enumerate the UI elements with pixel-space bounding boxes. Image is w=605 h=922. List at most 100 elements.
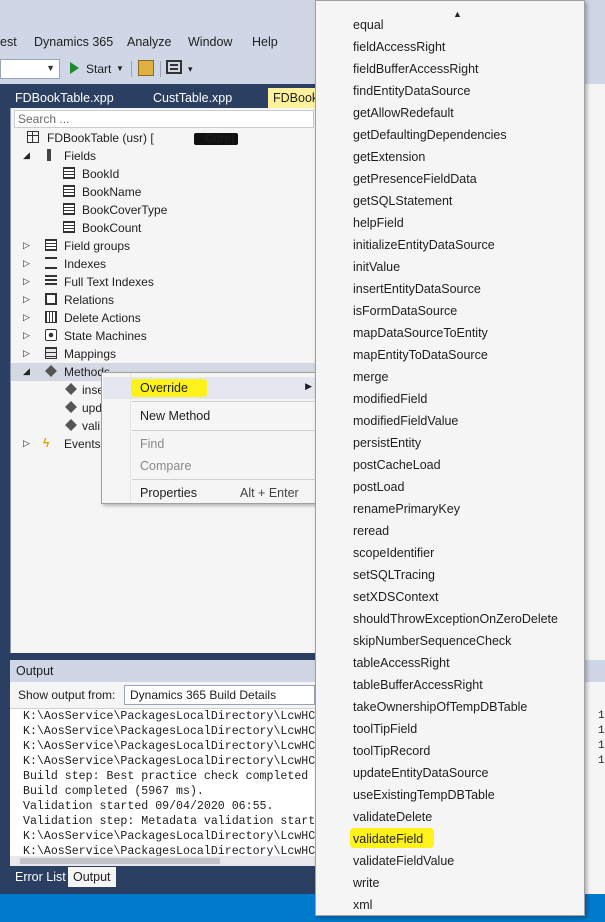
submenu-item-postload[interactable]: postLoad [353, 480, 404, 494]
submenu-item-modifiedfield[interactable]: modifiedField [353, 392, 427, 406]
horizontal-scrollbar[interactable] [10, 856, 315, 866]
submenu-item-mapdatasourcetoentity[interactable]: mapDataSourceToEntity [353, 326, 488, 340]
tab-fdbooktable-xpp[interactable]: FDBookTable.xpp [10, 88, 119, 108]
menu-separator [132, 401, 315, 402]
submenu-item-setsqltracing[interactable]: setSQLTracing [353, 568, 435, 582]
collapsed-arrow-icon[interactable]: ▷ [23, 438, 30, 449]
menu-test[interactable]: est [0, 35, 17, 49]
submenu-item-initvalue[interactable]: initValue [353, 260, 400, 274]
submenu-item-write[interactable]: write [353, 876, 379, 890]
submenu-item-persistentity[interactable]: persistEntity [353, 436, 421, 450]
menu-analyze[interactable]: Analyze [127, 35, 171, 49]
collapsed-arrow-icon[interactable]: ▷ [23, 330, 30, 341]
start-button[interactable]: Start ▼ [66, 59, 128, 79]
output-log[interactable]: K:\AosService\PackagesLocalDirectory\Lcw… [10, 708, 315, 856]
submenu-item-modifiedfieldvalue[interactable]: modifiedFieldValue [353, 414, 458, 428]
collapsed-arrow-icon[interactable]: ▷ [23, 312, 30, 323]
expanded-arrow-icon[interactable]: ◢ [23, 366, 30, 377]
submenu-item-takeownershipoftempdbtable[interactable]: takeOwnershipOfTempDBTable [353, 700, 527, 714]
submenu-item-reread[interactable]: reread [353, 524, 389, 538]
submenu-item-tableaccessright[interactable]: tableAccessRight [353, 656, 450, 670]
submenu-item-getpresencefielddata[interactable]: getPresenceFieldData [353, 172, 477, 186]
tree-node-fields[interactable]: ◢ Fields [11, 147, 316, 165]
submenu-item-renameprimarykey[interactable]: renamePrimaryKey [353, 502, 460, 516]
submenu-item-validatefieldvalue[interactable]: validateFieldValue [353, 854, 454, 868]
submenu-item-initializeentitydatasource[interactable]: initializeEntityDataSource [353, 238, 495, 252]
submenu-item-findentitydatasource[interactable]: findEntityDataSource [353, 84, 470, 98]
tree-leaf-field[interactable]: BookId [11, 165, 316, 183]
submenu-item-fieldaccessright[interactable]: fieldAccessRight [353, 40, 445, 54]
attach-icon[interactable] [138, 60, 154, 76]
collapsed-arrow-icon[interactable]: ▷ [23, 294, 30, 305]
full-text-indexes-icon [45, 275, 57, 287]
tree-node-full-text-indexes[interactable]: ▷ Full Text Indexes [11, 273, 316, 291]
toolbar-overflow-icon[interactable]: ▾ [188, 64, 193, 75]
scrollbar-thumb[interactable] [20, 858, 220, 864]
submenu-item-tooltipfield[interactable]: toolTipField [353, 722, 417, 736]
tree-node-delete-actions[interactable]: ▷ Delete Actions [11, 309, 316, 327]
method-icon [65, 383, 77, 395]
tree-leaf-field[interactable]: BookCoverType [11, 201, 316, 219]
submenu-item-getdefaultingdependencies[interactable]: getDefaultingDependencies [353, 128, 507, 142]
tree-node-relations[interactable]: ▷ Relations [11, 291, 316, 309]
submenu-item-shouldthrowexceptiononzerodelete[interactable]: shouldThrowExceptionOnZeroDelete [353, 612, 558, 626]
submenu-item-useexistingtempdbtable[interactable]: useExistingTempDBTable [353, 788, 495, 802]
output-source-select[interactable]: Dynamics 365 Build Details [124, 685, 315, 705]
collapsed-arrow-icon[interactable]: ▷ [23, 258, 30, 269]
find-label: Find [140, 437, 165, 451]
submenu-item-updateentitydatasource[interactable]: updateEntityDataSource [353, 766, 489, 780]
collapsed-arrow-icon[interactable]: ▷ [23, 348, 30, 359]
submenu-item-validatefield[interactable]: validateField [353, 832, 423, 846]
tree-root[interactable]: FDBookTable (usr) [Core] [11, 129, 316, 147]
log-line: Build step: Best practice check complete… [23, 770, 309, 783]
menu-window[interactable]: Window [188, 35, 232, 49]
submenu-item-setxdscontext[interactable]: setXDSContext [353, 590, 438, 604]
chevron-down-icon[interactable]: ▼ [116, 64, 124, 73]
submenu-item-merge[interactable]: merge [353, 370, 388, 384]
method-label: upd [82, 401, 103, 415]
submenu-item-tablebufferaccessright[interactable]: tableBufferAccessRight [353, 678, 483, 692]
tree-node-mappings[interactable]: ▷ Mappings [11, 345, 316, 363]
relations-icon [45, 293, 57, 305]
submenu-item-fieldbufferaccessright[interactable]: fieldBufferAccessRight [353, 62, 479, 76]
tree-leaf-field[interactable]: BookCount [11, 219, 316, 237]
scroll-up-icon[interactable]: ▲ [453, 9, 462, 19]
submenu-item-xml[interactable]: xml [353, 898, 372, 912]
tree-node-state-machines[interactable]: ▷ State Machines [11, 327, 316, 345]
submenu-item-scopeidentifier[interactable]: scopeIdentifier [353, 546, 434, 560]
submenu-item-equal[interactable]: equal [353, 18, 384, 32]
submenu-item-getallowredefault[interactable]: getAllowRedefault [353, 106, 454, 120]
menu-item-new-method[interactable]: New Method [103, 405, 318, 427]
menu-help[interactable]: Help [252, 35, 278, 49]
search-input[interactable]: Search ... [14, 110, 314, 128]
tab-error-list[interactable]: Error List [10, 867, 71, 887]
collapsed-arrow-icon[interactable]: ▷ [23, 276, 30, 287]
window-layout-icon[interactable] [166, 60, 182, 74]
configuration-combo[interactable]: ▼ [0, 59, 60, 79]
tree-node-field-groups[interactable]: ▷ Field groups [11, 237, 316, 255]
tab-custtable-xpp[interactable]: CustTable.xpp [148, 88, 237, 108]
menu-item-override[interactable]: Override ▶ [103, 377, 318, 399]
tree-node-indexes[interactable]: ▷ Indexes [11, 255, 316, 273]
collapsed-arrow-icon[interactable]: ▷ [23, 240, 30, 251]
expanded-arrow-icon[interactable]: ◢ [23, 150, 30, 161]
submenu-item-getextension[interactable]: getExtension [353, 150, 425, 164]
submenu-item-getsqlstatement[interactable]: getSQLStatement [353, 194, 452, 208]
tab-output[interactable]: Output [68, 867, 116, 887]
menu-item-properties[interactable]: Properties Alt + Enter [103, 482, 318, 504]
submenu-item-skipnumbersequencecheck[interactable]: skipNumberSequenceCheck [353, 634, 511, 648]
submenu-item-mapentitytodatasource[interactable]: mapEntityToDataSource [353, 348, 488, 362]
menu-dynamics365[interactable]: Dynamics 365 [34, 35, 113, 49]
node-label: Field groups [64, 239, 131, 253]
submenu-item-postcacheload[interactable]: postCacheLoad [353, 458, 441, 472]
submenu-item-tooltiprecord[interactable]: toolTipRecord [353, 744, 430, 758]
new-method-label: New Method [140, 409, 211, 423]
submenu-item-validatedelete[interactable]: validateDelete [353, 810, 432, 824]
tree-leaf-field[interactable]: BookName [11, 183, 316, 201]
play-icon [70, 62, 79, 74]
context-menu: Override ▶ New Method Find Compare Prope… [101, 372, 319, 504]
submenu-item-isformdatasource[interactable]: isFormDataSource [353, 304, 457, 318]
submenu-item-insertentitydatasource[interactable]: insertEntityDataSource [353, 282, 481, 296]
submenu-item-helpfield[interactable]: helpField [353, 216, 404, 230]
properties-shortcut: Alt + Enter [240, 486, 299, 500]
